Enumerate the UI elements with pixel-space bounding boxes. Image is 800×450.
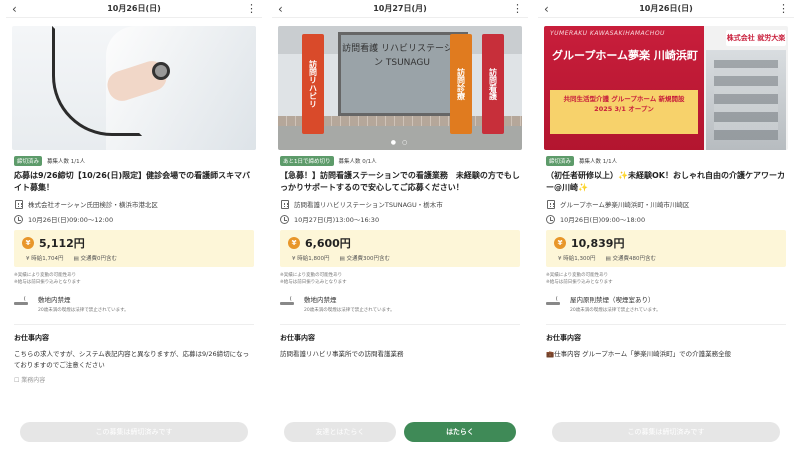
apply-button[interactable]: はたらく: [404, 422, 516, 442]
job-panel-1: ‹ 10月26日(日) ⋮ 締切済み 募集人数 1/1人 応募は9/26締切【1…: [6, 0, 262, 450]
hero-image: YUMERAKU KAWASAKIHAMACHOU グループホーム夢楽 川崎浜町…: [544, 26, 788, 150]
work-time: 10月26日(日)09:00〜12:00: [28, 216, 114, 224]
transport-fee: ▤ 交通費0円含む: [73, 256, 117, 262]
recruit-count: 募集人数 0/1人: [338, 159, 377, 165]
back-chevron-icon[interactable]: ‹: [12, 2, 26, 16]
closed-button[interactable]: この募集は締切済みです: [552, 422, 780, 442]
work-content-more: ☐ 業務内容: [14, 377, 46, 384]
status-badge: あと1日で締め切り: [280, 156, 334, 166]
salary-box: ¥6,600円 ¥ 時給1,800円 ▤ 交通費300円含む: [280, 230, 520, 267]
hourly-wage: ¥ 時給1,800円: [292, 256, 330, 262]
clock-icon: [14, 214, 23, 224]
salary-note: ※給与は前日振り込みとなります: [14, 280, 81, 285]
work-content-text: 💼仕事内容 グループホーム「夢楽川崎浜町」での介護業務全般: [546, 350, 732, 358]
recruit-count: 募集人数 1/1人: [579, 159, 618, 165]
yen-icon: ¥: [288, 237, 300, 249]
work-time: 10月27日(月)13:00〜16:30: [294, 216, 380, 224]
work-content-heading: お仕事内容: [280, 334, 315, 342]
clock-icon: [280, 214, 289, 224]
smoking-note: 20歳未満の喫煙は法律で禁止されています。: [304, 308, 395, 313]
banner-flag: 訪問診療: [450, 34, 472, 134]
transport-fee: ▤ 交通費300円含む: [339, 256, 390, 262]
company-name[interactable]: 訪問看護リハビリステーションTSUNAGU・栃木市: [294, 199, 443, 209]
building-photo: [706, 50, 786, 150]
yen-icon: ¥: [22, 237, 34, 249]
salary-note: ※給与は前日振り込みとなります: [280, 280, 347, 285]
storefront-sign: 訪問看護 リハビリステーション TSUNAGU: [342, 44, 462, 68]
header-bar: ‹ 10月26日(日) ⋮: [538, 0, 794, 18]
smoking-info: 屋内原則禁煙（喫煙室あり） 20歳未満の喫煙は法律で禁止されています。: [546, 294, 786, 318]
smoking-note: 20歳未満の喫煙は法律で禁止されています。: [570, 308, 661, 313]
company-logo: 株式会社 就労大楽: [726, 30, 786, 46]
salary-amount: 10,839円: [571, 237, 625, 250]
salary-note: ※給与は前日振り込みとなります: [546, 280, 613, 285]
stethoscope-icon: [152, 62, 170, 80]
job-title: （初任者研修以上）✨未経験OK！おしゃれ自由の介護ケアワーカー@川崎✨: [546, 171, 785, 192]
transport-fee: ▤ 交通費480円含む: [605, 256, 656, 262]
work-content-heading: お仕事内容: [14, 334, 49, 342]
job-panel-3: ‹ 10月26日(日) ⋮ YUMERAKU KAWASAKIHAMACHOU …: [538, 0, 794, 450]
banner-flag: 訪問看護: [482, 34, 504, 134]
smoking-info: 敷地内禁煙 20歳未満の喫煙は法律で禁止されています。: [280, 294, 520, 318]
bottom-action-bar: 友達とはたらく はたらく: [272, 414, 528, 450]
status-badge: 締切済み: [14, 156, 43, 166]
building-icon: [280, 199, 289, 209]
hero-title: グループホーム夢楽 川崎浜町: [552, 49, 698, 62]
recruit-count: 募集人数 1/1人: [47, 159, 86, 165]
building-icon: [546, 199, 555, 209]
work-content-text: 訪問看護リハビリ事業所での訪問看護業務: [280, 350, 404, 358]
work-time: 10月26日(日)09:00〜18:00: [560, 216, 646, 224]
salary-amount: 5,112円: [39, 237, 85, 250]
hourly-wage: ¥ 時給1,300円: [558, 256, 596, 262]
company-name[interactable]: 株式会社オーシャン氏田検診・横浜市港北区: [28, 199, 158, 209]
smoking-info: 敷地内禁煙 20歳未満の喫煙は法律で禁止されています。: [14, 294, 254, 318]
work-content-heading: お仕事内容: [546, 334, 581, 342]
page-date: 10月26日(日): [639, 4, 693, 13]
job-panel-2: ‹ 10月27日(月) ⋮ 訪問看護 リハビリステーション TSUNAGU 訪問…: [272, 0, 528, 450]
smoking-icon: [280, 296, 296, 308]
smoking-rule: 屋内原則禁煙（喫煙室あり）: [570, 296, 655, 304]
job-title: 【急募！】訪問看護ステーションでの看護業務 未経験の方でもしっかりサポートするの…: [280, 171, 520, 192]
salary-note: ※実績により変動の可能性あり: [280, 273, 343, 278]
hero-watermark: YUMERAKU KAWASAKIHAMACHOU: [550, 30, 665, 37]
more-menu-icon[interactable]: ⋮: [242, 2, 257, 15]
smoking-icon: [546, 296, 562, 308]
yen-icon: ¥: [554, 237, 566, 249]
smoking-rule: 敷地内禁煙: [38, 296, 71, 304]
header-bar: ‹ 10月27日(月) ⋮: [272, 0, 528, 18]
hero-banner: 共同生活型介護 グループホーム 新規開設 2025 3/1 オープン: [550, 90, 698, 134]
clock-icon: [546, 214, 555, 224]
hero-image: 訪問看護 リハビリステーション TSUNAGU 訪問リハビリ 訪問診療 訪問看護…: [278, 26, 522, 150]
more-menu-icon[interactable]: ⋮: [774, 2, 789, 15]
salary-note: ※実績により変動の可能性あり: [14, 273, 77, 278]
carousel-dots[interactable]: ● ○: [278, 139, 522, 146]
work-content-text: こちらの求人ですが、システム表記内容と異なりますが、応募は9/26締切になってお…: [14, 350, 250, 369]
closed-button[interactable]: この募集は締切済みです: [20, 422, 248, 442]
bottom-action-bar: この募集は締切済みです: [538, 414, 794, 450]
banner-flag: 訪問リハビリ: [302, 34, 324, 134]
page-date: 10月27日(月): [373, 4, 427, 13]
company-name[interactable]: グループホーム夢楽川崎浜町・川崎市川崎区: [560, 199, 689, 209]
salary-box: ¥5,112円 ¥ 時給1,704円 ▤ 交通費0円含む: [14, 230, 254, 267]
hero-image: [12, 26, 256, 150]
job-title: 応募は9/26締切【10/26(日)限定】健診会場での看護師スキマバイト募集！: [14, 171, 251, 192]
header-bar: ‹ 10月26日(日) ⋮: [6, 0, 262, 18]
salary-note: ※実績により変動の可能性あり: [546, 273, 609, 278]
work-with-friends-button[interactable]: 友達とはたらく: [284, 422, 396, 442]
page-date: 10月26日(日): [107, 4, 161, 13]
salary-amount: 6,600円: [305, 237, 351, 250]
smoking-icon: [14, 296, 30, 308]
back-chevron-icon[interactable]: ‹: [544, 2, 558, 16]
building-icon: [14, 199, 23, 209]
salary-box: ¥10,839円 ¥ 時給1,300円 ▤ 交通費480円含む: [546, 230, 786, 267]
status-badge: 締切済み: [546, 156, 575, 166]
hourly-wage: ¥ 時給1,704円: [26, 256, 64, 262]
back-chevron-icon[interactable]: ‹: [278, 2, 292, 16]
bottom-action-bar: この募集は締切済みです: [6, 414, 262, 450]
smoking-rule: 敷地内禁煙: [304, 296, 337, 304]
more-menu-icon[interactable]: ⋮: [508, 2, 523, 15]
smoking-note: 20歳未満の喫煙は法律で禁止されています。: [38, 308, 129, 313]
